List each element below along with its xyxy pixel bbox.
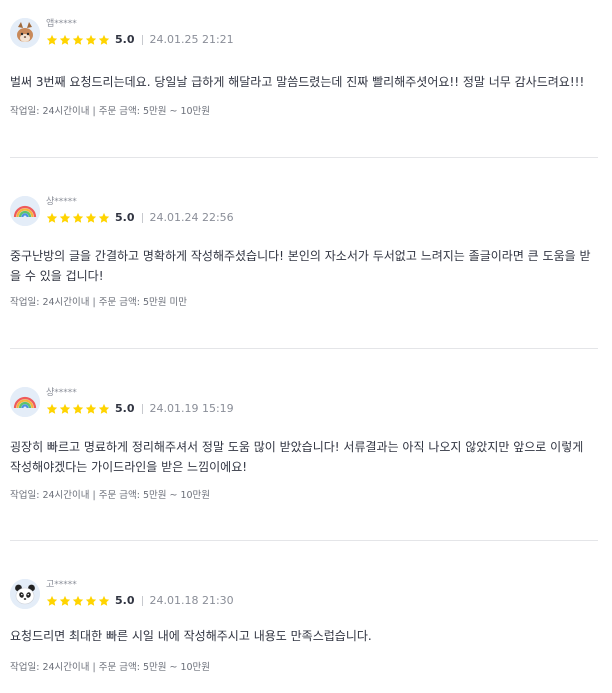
star-icon xyxy=(85,34,97,45)
rainbow-icon xyxy=(10,196,40,226)
review-text: 굉장히 빠르고 명료하게 정리해주셔서 정말 도움 많이 받았습니다! 서류결과… xyxy=(10,440,584,474)
review-date: 24.01.19 15:19 xyxy=(149,402,234,415)
star-icon xyxy=(98,403,110,414)
star-icon xyxy=(98,34,110,45)
review-text: 벌써 3번째 요청드리는데요. 당일날 급하게 해달라고 말씀드렸는데 진짜 빨… xyxy=(10,75,585,89)
star-icon xyxy=(85,212,97,223)
work-period: 작업일: 24시간이내 xyxy=(10,106,90,117)
review-order-info: 작업일: 24시간이내 | 주문 금액: 5만원 ~ 10만원 xyxy=(10,490,211,501)
meta-divider xyxy=(141,213,143,223)
review-meta: 5.0 24.01.24 22:56 xyxy=(46,210,234,226)
review-divider xyxy=(10,157,598,158)
review-text: 요청드리면 최대한 빠른 시일 내에 작성해주시고 내용도 만족스럽습니다. xyxy=(10,629,372,643)
star-icon xyxy=(46,34,58,45)
review-item: 고***** 5.0 24.01.18 21:30 요청드리면 최대한 빠른 시… xyxy=(10,579,598,673)
rating-score: 5.0 xyxy=(115,33,135,46)
review-date: 24.01.25 21:21 xyxy=(149,33,234,46)
review-text: 중구난방의 글을 간결하고 명확하게 작성해주셨습니다! 본인의 자소서가 두서… xyxy=(10,249,591,283)
order-amount: 주문 금액: 5만원 ~ 10만원 xyxy=(98,490,211,501)
star-icon xyxy=(59,403,71,414)
review-divider xyxy=(10,348,598,349)
star-icon xyxy=(46,212,58,223)
review-author: 샹***** xyxy=(46,197,77,207)
review-header: 앱***** 5.0 24.01.25 21:21 xyxy=(10,18,598,58)
order-amount: 주문 금액: 5만원 미만 xyxy=(98,297,187,308)
work-period: 작업일: 24시간이내 xyxy=(10,662,90,673)
meta-divider xyxy=(141,596,143,606)
review-order-info: 작업일: 24시간이내 | 주문 금액: 5만원 ~ 10만원 xyxy=(10,662,211,673)
star-icon xyxy=(85,403,97,414)
star-icon xyxy=(46,595,58,606)
review-item: 샹***** 5.0 24.01.19 15:19 굉장히 빠르고 명료하게 정… xyxy=(10,387,598,501)
review-header: 고***** 5.0 24.01.18 21:30 xyxy=(10,579,598,619)
star-icon xyxy=(85,595,97,606)
review-order-info: 작업일: 24시간이내 | 주문 금액: 5만원 미만 xyxy=(10,297,187,308)
review-divider xyxy=(10,540,598,541)
star-icon xyxy=(59,34,71,45)
star-icon xyxy=(59,595,71,606)
star-icon xyxy=(72,595,84,606)
review-author: 샹***** xyxy=(46,388,77,398)
review-item: 샹***** 5.0 24.01.24 22:56 중구난방의 글을 간결하고 … xyxy=(10,196,598,308)
star-icon xyxy=(72,34,84,45)
star-rating xyxy=(46,212,110,224)
order-amount: 주문 금액: 5만원 ~ 10만원 xyxy=(98,106,211,117)
review-date: 24.01.24 22:56 xyxy=(149,211,234,224)
review-header: 샹***** 5.0 24.01.24 22:56 xyxy=(10,196,598,236)
star-icon xyxy=(98,595,110,606)
work-period: 작업일: 24시간이내 xyxy=(10,490,90,501)
order-amount: 주문 금액: 5만원 ~ 10만원 xyxy=(98,662,211,673)
meta-divider xyxy=(141,35,143,45)
review-meta: 5.0 24.01.18 21:30 xyxy=(46,593,234,609)
review-author: 고***** xyxy=(46,580,77,590)
review-meta: 5.0 24.01.25 21:21 xyxy=(46,32,234,48)
rating-score: 5.0 xyxy=(115,211,135,224)
rating-score: 5.0 xyxy=(115,402,135,415)
cat-icon xyxy=(10,18,40,48)
star-icon xyxy=(59,212,71,223)
star-icon xyxy=(72,403,84,414)
review-date: 24.01.18 21:30 xyxy=(149,594,234,607)
panda-icon xyxy=(10,579,40,609)
review-order-info: 작업일: 24시간이내 | 주문 금액: 5만원 ~ 10만원 xyxy=(10,106,211,117)
star-icon xyxy=(98,212,110,223)
review-item: 앱***** 5.0 24.01.25 21:21 벌써 3번째 요청드리는데요… xyxy=(10,18,598,117)
star-rating xyxy=(46,403,110,415)
work-period: 작업일: 24시간이내 xyxy=(10,297,90,308)
review-author: 앱***** xyxy=(46,19,77,29)
rating-score: 5.0 xyxy=(115,594,135,607)
star-icon xyxy=(46,403,58,414)
rainbow-icon xyxy=(10,387,40,417)
star-icon xyxy=(72,212,84,223)
review-header: 샹***** 5.0 24.01.19 15:19 xyxy=(10,387,598,427)
star-rating xyxy=(46,34,110,46)
meta-divider xyxy=(141,404,143,414)
star-rating xyxy=(46,595,110,607)
review-meta: 5.0 24.01.19 15:19 xyxy=(46,401,234,417)
